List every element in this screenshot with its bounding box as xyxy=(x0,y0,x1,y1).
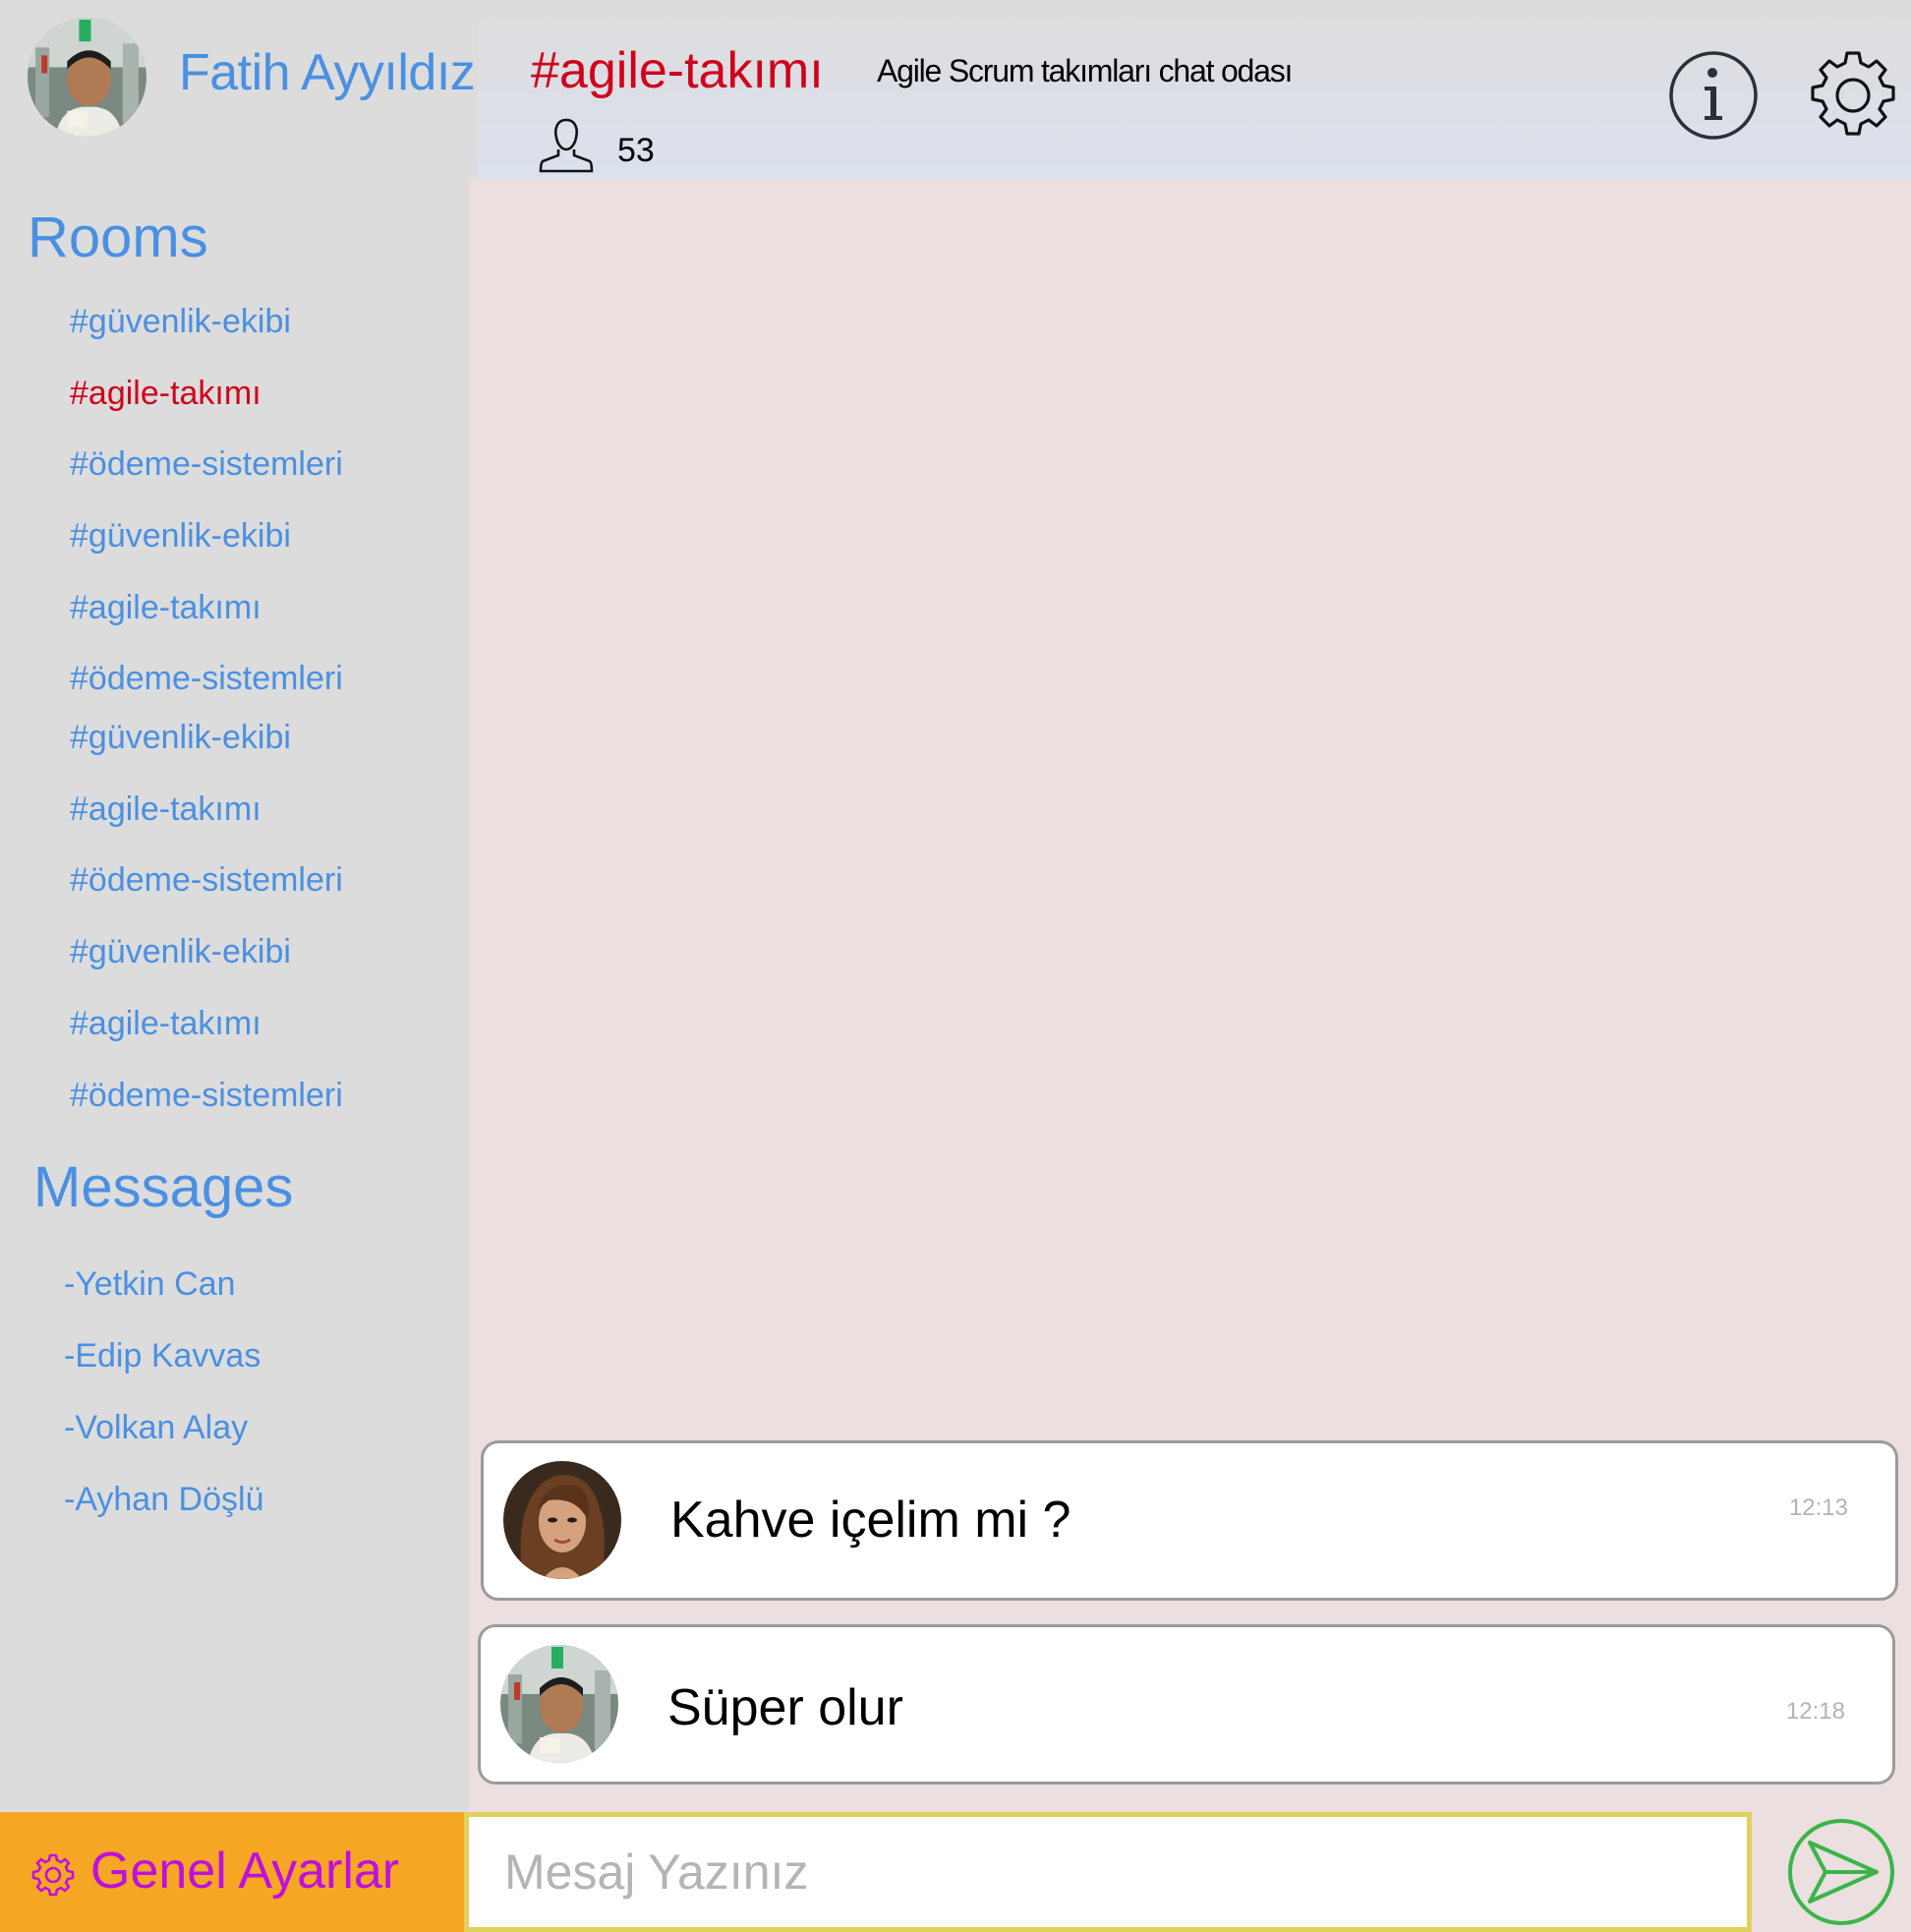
room-item[interactable]: #agile-takımı xyxy=(70,790,261,829)
sidebar: Fatih Ayyıldız Rooms #güvenlik-ekibi #ag… xyxy=(0,0,476,1812)
room-item[interactable]: #güvenlik-ekibi xyxy=(70,933,291,971)
info-icon[interactable] xyxy=(1667,49,1760,142)
chat-message: Kahve içelim mi ? 12:13 xyxy=(481,1440,1898,1601)
message-time: 12:13 xyxy=(1788,1494,1848,1521)
room-item[interactable]: #agile-takımı xyxy=(70,1005,261,1043)
send-icon[interactable] xyxy=(1786,1817,1896,1927)
dm-item[interactable]: -Yetkin Can xyxy=(64,1265,236,1304)
room-item[interactable]: #ödeme-sistemleri xyxy=(70,445,343,484)
message-input[interactable] xyxy=(464,1812,1752,1932)
gear-icon[interactable] xyxy=(1805,47,1901,144)
room-title: #agile-takımı xyxy=(531,42,824,99)
room-item[interactable]: #güvenlik-ekibi xyxy=(70,303,291,341)
member-count: 53 xyxy=(617,132,655,169)
room-description: Agile Scrum takımları chat odası xyxy=(877,53,1293,88)
chat-message: Süper olur 12:18 xyxy=(478,1624,1895,1785)
room-item[interactable]: #güvenlik-ekibi xyxy=(70,517,291,556)
room-item[interactable]: #ödeme-sistemleri xyxy=(70,861,343,900)
room-item[interactable]: #agile-takımı xyxy=(70,589,261,627)
room-header: #agile-takımı Agile Scrum takımları chat… xyxy=(478,0,1911,179)
message-time: 12:18 xyxy=(1785,1698,1845,1725)
dm-item[interactable]: -Ayhan Döşlü xyxy=(64,1481,264,1519)
room-item[interactable]: #ödeme-sistemleri xyxy=(70,660,343,698)
sender-avatar[interactable] xyxy=(500,1645,618,1763)
room-item[interactable]: #güvenlik-ekibi xyxy=(70,719,291,757)
rooms-heading: Rooms xyxy=(28,205,208,269)
general-settings-label: Genel Ayarlar xyxy=(90,1843,400,1900)
message-text: Kahve içelim mi ? xyxy=(670,1492,1071,1549)
user-name: Fatih Ayyıldız xyxy=(179,44,476,101)
message-text: Süper olur xyxy=(667,1679,903,1736)
room-item[interactable]: #ödeme-sistemleri xyxy=(70,1077,343,1115)
user-avatar[interactable] xyxy=(28,18,146,137)
general-settings-button[interactable]: Genel Ayarlar xyxy=(0,1812,464,1932)
user-outline-icon xyxy=(539,118,594,173)
sender-avatar[interactable] xyxy=(503,1461,621,1579)
gear-icon xyxy=(31,1853,75,1897)
room-item-active[interactable]: #agile-takımı xyxy=(70,375,261,413)
dm-item[interactable]: -Edip Kavvas xyxy=(64,1337,261,1376)
messages-heading: Messages xyxy=(33,1155,294,1219)
dm-item[interactable]: -Volkan Alay xyxy=(64,1409,248,1447)
